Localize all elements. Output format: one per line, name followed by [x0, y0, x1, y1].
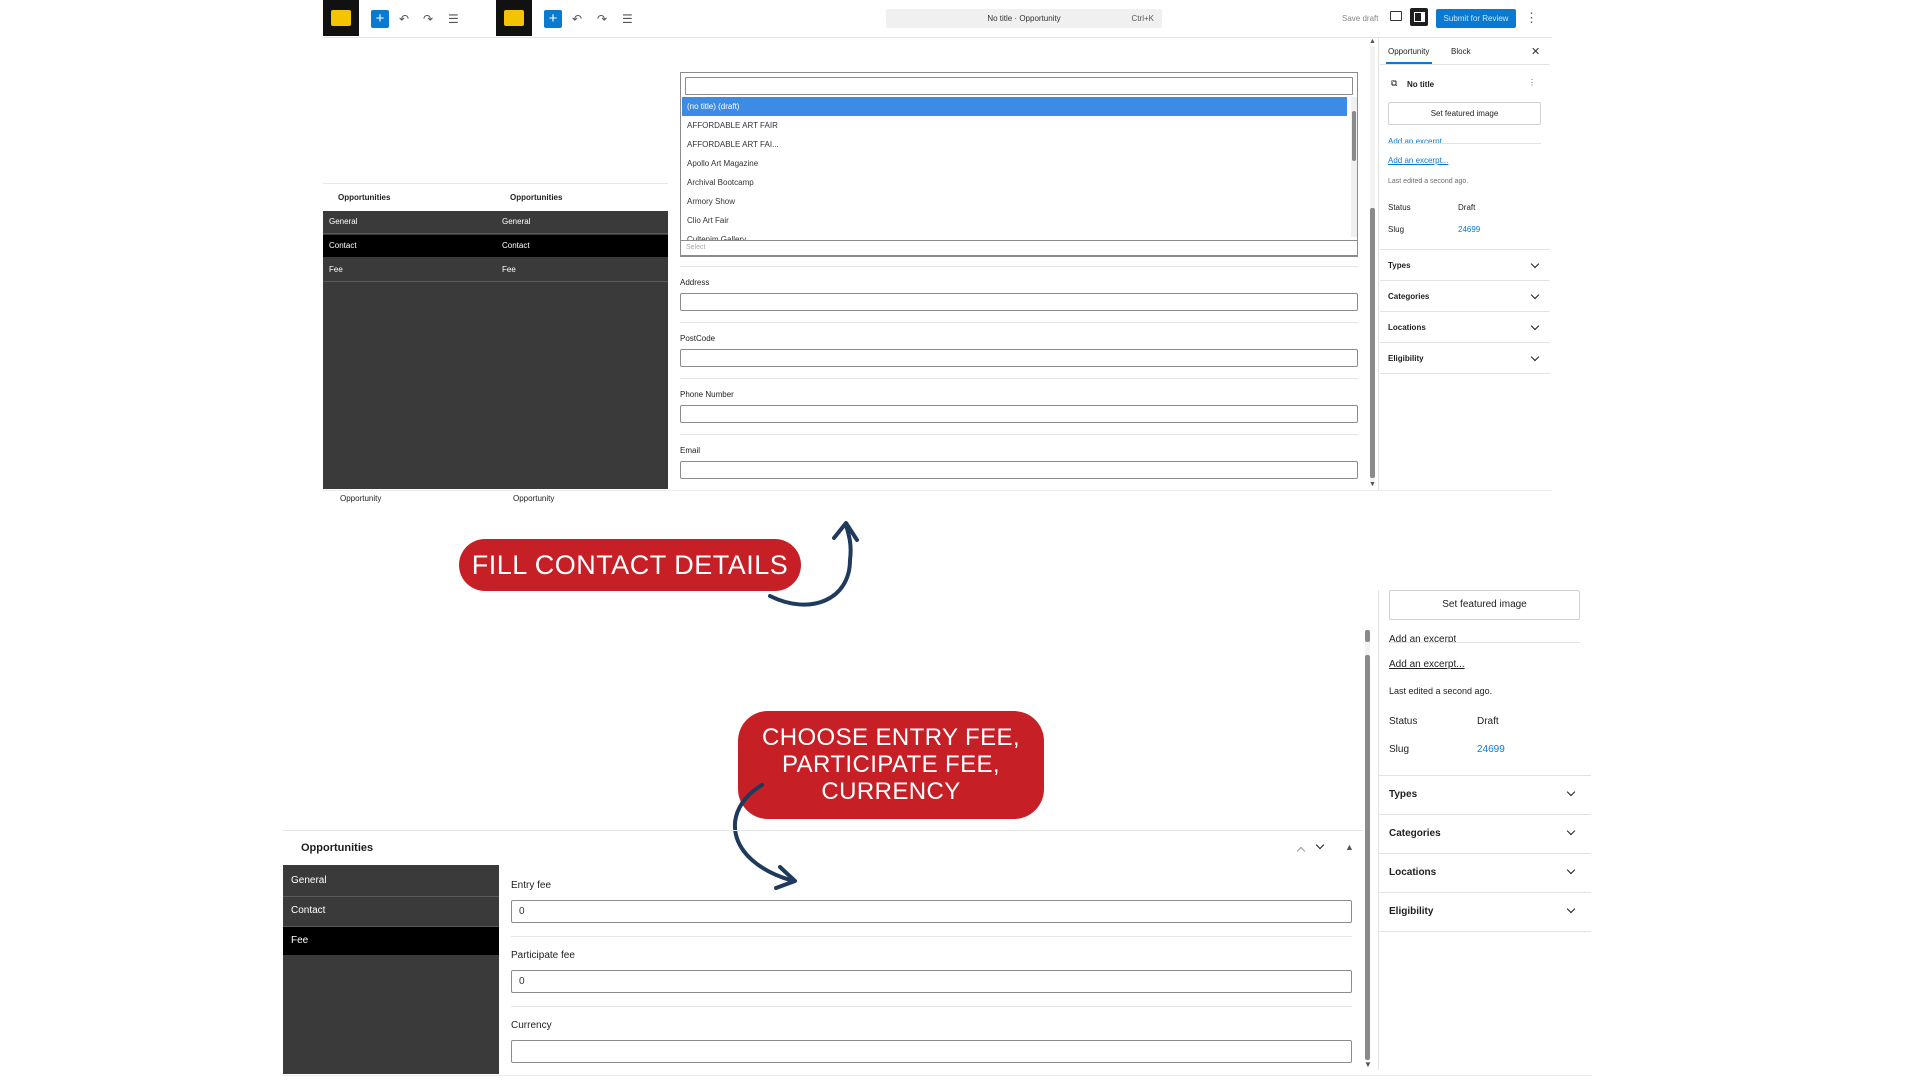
- divider: [1389, 642, 1580, 643]
- divider: [511, 1006, 1352, 1007]
- excerpt-link-clipped[interactable]: Add an excerpt: [1389, 634, 1456, 642]
- tab-general[interactable]: General: [283, 867, 499, 895]
- divider: [1379, 892, 1591, 893]
- currency-input[interactable]: [511, 1040, 1352, 1063]
- divider: [1379, 814, 1591, 815]
- scrollbar-thumb-top[interactable]: [1365, 630, 1370, 642]
- entry-fee-label: Entry fee: [511, 880, 552, 891]
- sidebar-divider: [1378, 590, 1379, 1070]
- tab-contact[interactable]: Contact: [283, 897, 499, 925]
- screenshot-root: + ↶ ↷ ☰ + ↶ ↷ ☰ No title · Opportunity C…: [0, 0, 1920, 1080]
- divider: [1379, 853, 1591, 854]
- tab-fee[interactable]: Fee: [283, 927, 499, 955]
- status-label: Status: [1389, 716, 1418, 727]
- divider: [1379, 775, 1591, 776]
- divider: [283, 1075, 1592, 1076]
- currency-label: Currency: [511, 1020, 552, 1031]
- add-excerpt-link[interactable]: Add an excerpt...: [1389, 659, 1465, 670]
- arrow-up-icon: [768, 523, 853, 607]
- arrow-up-head-icon: [832, 521, 859, 542]
- divider: [1379, 931, 1591, 932]
- entry-fee-input[interactable]: 0: [511, 900, 1352, 923]
- set-featured-image-button[interactable]: Set featured image: [1389, 590, 1580, 620]
- divider: [283, 830, 1363, 831]
- panel-categories[interactable]: Categories: [1389, 828, 1441, 839]
- panel-locations[interactable]: Locations: [1389, 867, 1436, 878]
- status-value[interactable]: Draft: [1477, 716, 1499, 727]
- participate-fee-input[interactable]: 0: [511, 970, 1352, 993]
- panel-eligibility[interactable]: Eligibility: [1389, 906, 1433, 917]
- panel-types[interactable]: Types: [1389, 789, 1417, 800]
- slug-label: Slug: [1389, 744, 1410, 755]
- metabox-title: Opportunities: [301, 842, 374, 854]
- last-edited-text: Last edited a second ago.: [1389, 686, 1493, 696]
- slug-value[interactable]: 24699: [1477, 744, 1505, 755]
- divider: [511, 936, 1352, 937]
- scroll-down-icon[interactable]: ▼: [1364, 1060, 1372, 1069]
- editor-scrollbar-thumb[interactable]: [1365, 655, 1370, 1060]
- arrow-down-icon: [733, 783, 792, 882]
- participate-fee-label: Participate fee: [511, 950, 575, 961]
- toggle-panel-icon[interactable]: ▲: [1345, 842, 1354, 852]
